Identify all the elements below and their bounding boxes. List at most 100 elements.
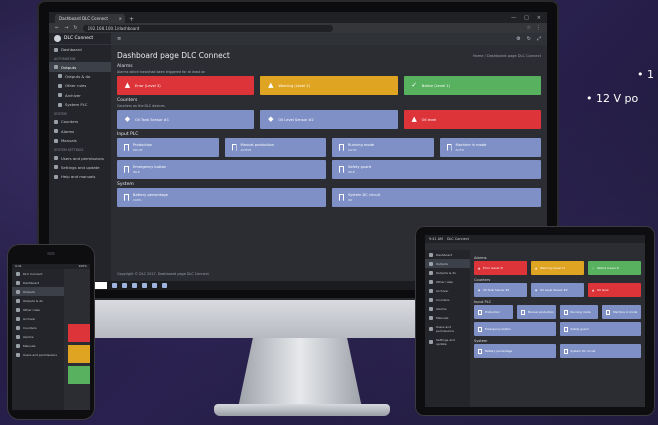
sidebar-item-alarms[interactable]: Alarms	[49, 127, 111, 136]
tablet-item-outputs[interactable]: Outputs	[425, 259, 470, 268]
browser-tab[interactable]: Dashboard DLC Connect ×	[55, 14, 125, 23]
sidebar-item-outputs-do[interactable]: Outputs & do	[49, 72, 111, 81]
phone-item-alarms[interactable]: Alarms	[12, 332, 64, 341]
phone-brand[interactable]: DLC Connect	[12, 269, 64, 278]
sidebar-item-other-rules[interactable]: Other rules	[49, 81, 111, 90]
phone-item-counters[interactable]: Counters	[12, 323, 64, 332]
phone-item-users[interactable]: Users and permissions	[12, 350, 64, 359]
counter-card-2[interactable]: ◆ Oil Level Sensor #2	[260, 110, 398, 129]
alarm-card-notice[interactable]: ✓ Notice (Level 1)	[403, 76, 541, 95]
tablet-item-settings[interactable]: Settings and update	[425, 335, 470, 348]
close-window-button[interactable]: ×	[537, 15, 541, 21]
tablet-input-card[interactable]: Production	[474, 305, 513, 319]
reload-icon[interactable]: ↻	[73, 25, 77, 31]
tablet-item-archiver[interactable]: Archiver	[425, 286, 470, 295]
tablet-item-users[interactable]: Users and permissions	[425, 322, 470, 335]
phone-alarm-notice[interactable]	[68, 366, 90, 384]
phone-item-manuals[interactable]: Manuals	[12, 341, 64, 350]
alarm-card-warning[interactable]: ▲ Warning (Level 2)	[260, 76, 398, 95]
tablet-input-card[interactable]: Machine in mode	[602, 305, 641, 319]
input-card[interactable]: Production ON off	[117, 138, 219, 157]
input-card[interactable]: Manual production ACTIVE	[224, 138, 326, 157]
minimize-button[interactable]: —	[511, 15, 516, 21]
tablet-input-card[interactable]: Emergency button	[474, 322, 556, 336]
tab-close-icon[interactable]: ×	[119, 16, 122, 21]
phone-item-other-rules[interactable]: Other rules	[12, 305, 64, 314]
tablet-input-card[interactable]: Running mode	[559, 305, 599, 319]
sidebar-item-help[interactable]: Help and manuals	[49, 172, 111, 181]
url-field[interactable]: 192.168.100.1/dashboard	[82, 24, 333, 32]
system-title: System	[117, 182, 134, 187]
book-icon	[54, 138, 58, 143]
tablet-item-outputs-do[interactable]: Outputs & do	[425, 268, 470, 277]
tablet-counter-2[interactable]: ◆ Oil Level Sensor #2	[531, 283, 584, 297]
card-label: Error (Level 3)	[483, 266, 504, 270]
phone-item-outputs[interactable]: Outputs	[12, 287, 64, 296]
sidebar-item-manuals[interactable]: Manuals	[49, 136, 111, 145]
tablet-alarm-notice[interactable]: ✓ Notice (Level 1)	[588, 261, 641, 275]
tablet-system-card[interactable]: Battery percentage	[474, 344, 556, 358]
counter-card-1[interactable]: ◆ Oil Tank Sensor #1	[117, 110, 255, 129]
star-icon[interactable]: ☆	[527, 25, 531, 31]
folder-icon[interactable]	[132, 283, 137, 288]
sidebar-item-dashboard[interactable]: Dashboard	[49, 45, 111, 54]
system-card[interactable]: Battery percentage 100%	[117, 188, 326, 207]
gear-icon	[429, 339, 433, 344]
chrome-icon[interactable]	[162, 283, 167, 288]
counter-icon	[429, 297, 433, 302]
tablet-alarm-warning[interactable]: ▲ Warning (Level 2)	[531, 261, 584, 275]
maximize-button[interactable]: □	[524, 15, 529, 21]
card-value: IDLE	[348, 170, 355, 174]
input-card[interactable]: Machine in mode AUTO	[439, 138, 541, 157]
phone-alarm-warning[interactable]	[68, 345, 90, 363]
edge-icon[interactable]	[122, 283, 127, 288]
fullscreen-icon[interactable]: ⤢	[537, 36, 541, 42]
mail-icon[interactable]	[152, 283, 157, 288]
tablet-counter-3[interactable]: ▲ Oil level	[588, 283, 641, 297]
phone-alarm-error[interactable]	[68, 324, 90, 342]
bell-icon	[429, 306, 433, 311]
tablet-input-card[interactable]: Manual production	[516, 305, 556, 319]
hamburger-icon[interactable]: ≡	[117, 36, 121, 42]
forward-icon[interactable]: →	[64, 25, 68, 31]
sidebar-item-archiver[interactable]: Archiver	[49, 91, 111, 100]
sidebar-item-outputs[interactable]: Outputs	[49, 62, 111, 72]
tablet-input-card[interactable]: Safety guard	[559, 322, 641, 336]
counter-card-3[interactable]: ▲ Oil level	[403, 110, 541, 129]
store-icon[interactable]	[142, 283, 147, 288]
alarm-card-error[interactable]: ▲ Error (Level 3)	[117, 76, 255, 95]
phone-item-outputs-do[interactable]: Outputs & do	[12, 296, 64, 305]
tablet-item-alarms[interactable]: Alarms	[425, 304, 470, 313]
sidebar-item-counters[interactable]: Counters	[49, 117, 111, 126]
settings-icon[interactable]: ⚙	[516, 36, 520, 42]
tablet-item-counters[interactable]: Counters	[425, 295, 470, 304]
input-card[interactable]: Safety guard IDLE	[332, 160, 541, 179]
windows-icon[interactable]	[112, 283, 117, 288]
sidebar-header-system: System	[54, 112, 67, 117]
brand[interactable]: DLC Connect	[49, 33, 111, 45]
phone-item-dashboard[interactable]: Dashboard	[12, 278, 64, 287]
tablet-item-manuals[interactable]: Manuals	[425, 313, 470, 322]
sidebar-item-settings[interactable]: Settings and update	[49, 163, 111, 172]
system-card[interactable]: System DC circuit OK	[332, 188, 541, 207]
counters-subtitle: Counters on the DLC devices	[117, 104, 165, 108]
sidebar-item-system-plc[interactable]: System PLC	[49, 100, 111, 109]
tablet-counter-1[interactable]: ◆ Oil Tank Sensor #1	[474, 283, 527, 297]
tablet-system-card[interactable]: System DC circuit	[559, 344, 641, 358]
refresh-icon[interactable]: ↻	[527, 36, 531, 42]
tablet-item-other-rules[interactable]: Other rules	[425, 277, 470, 286]
breadcrumb[interactable]: Home / Dashboard page DLC Connect	[473, 54, 541, 58]
input-card[interactable]: Emergency button IDLE	[117, 160, 326, 179]
back-icon[interactable]: ←	[55, 25, 59, 31]
topbar: ≡ ⚙ ↻ ⤢	[111, 33, 547, 45]
phone-item-archiver[interactable]: Archiver	[12, 314, 64, 323]
input-card[interactable]: Running mode AUTO	[332, 138, 434, 157]
card-label: Battery percentage	[133, 193, 168, 197]
phone: 9:41 100% DLC Connect Dashboard Outputs …	[7, 244, 95, 420]
new-tab-button[interactable]: +	[129, 16, 134, 23]
counter-icon	[16, 325, 20, 330]
tablet-item-dashboard[interactable]: Dashboard	[425, 250, 470, 259]
sidebar-item-users[interactable]: Users and permissions	[49, 153, 111, 162]
tablet-alarm-error[interactable]: ▲ Error (Level 3)	[474, 261, 527, 275]
menu-icon[interactable]: ⋮	[536, 25, 541, 31]
